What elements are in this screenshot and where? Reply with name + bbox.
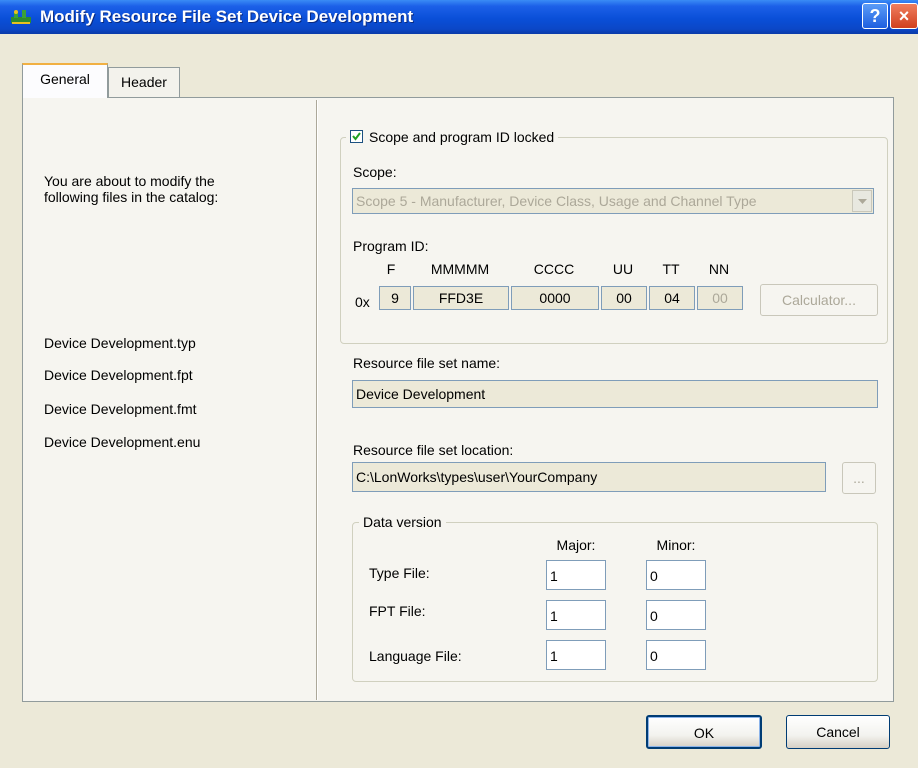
language-file-label: Language File:	[369, 648, 462, 664]
column-header-f: F	[386, 261, 396, 277]
column-header-cccc: CCCC	[533, 261, 575, 277]
program-id-label: Program ID:	[353, 238, 429, 254]
file-item: Device Development.enu	[44, 434, 201, 450]
dialog-window: Modify Resource File Set Device Developm…	[0, 0, 918, 768]
title-bar[interactable]: Modify Resource File Set Device Developm…	[0, 0, 918, 34]
browse-button[interactable]: ...	[842, 462, 876, 494]
language-file-major-input[interactable]: 1	[546, 640, 606, 670]
fpt-file-label: FPT File:	[369, 603, 426, 619]
help-button[interactable]: ?	[862, 3, 888, 29]
intro-text-line1: You are about to modify the	[44, 173, 215, 189]
type-file-minor-input[interactable]: 0	[646, 560, 706, 590]
fpt-file-minor-input[interactable]: 0	[646, 600, 706, 630]
calculator-button[interactable]: Calculator...	[760, 284, 878, 316]
scope-lock-label: Scope and program ID locked	[369, 129, 555, 145]
program-id-mmmmm-field[interactable]: FFD3E	[413, 286, 509, 310]
resource-location-field[interactable]: C:\LonWorks\types\user\YourCompany	[352, 462, 826, 492]
column-header-nn: NN	[708, 261, 730, 277]
program-id-tt-field[interactable]: 04	[649, 286, 695, 310]
tab-general[interactable]: General	[22, 63, 108, 98]
data-version-legend: Data version	[359, 514, 446, 530]
language-file-minor-input[interactable]: 0	[646, 640, 706, 670]
panel-divider	[316, 100, 318, 700]
type-file-label: Type File:	[369, 565, 430, 581]
app-icon	[11, 10, 31, 24]
scope-select-dropdown-button[interactable]	[852, 190, 872, 212]
resource-name-label: Resource file set name:	[353, 355, 501, 371]
program-id-uu-field[interactable]: 00	[601, 286, 647, 310]
major-column-label: Major:	[556, 537, 596, 553]
column-header-uu: UU	[612, 261, 634, 277]
column-header-mmmmm: MMMMM	[430, 261, 490, 277]
minor-column-label: Minor:	[656, 537, 696, 553]
cancel-button[interactable]: Cancel	[786, 715, 890, 749]
program-id-nn-field[interactable]: 00	[697, 286, 743, 310]
program-id-cccc-field[interactable]: 0000	[511, 286, 599, 310]
scope-label: Scope:	[353, 164, 397, 180]
scope-lock-toggle[interactable]: Scope and program ID locked	[346, 129, 559, 145]
hex-prefix: 0x	[355, 294, 370, 310]
scope-lock-checkbox[interactable]	[350, 130, 363, 143]
checkmark-icon	[352, 132, 361, 141]
resource-location-label: Resource file set location:	[353, 442, 514, 458]
tab-header[interactable]: Header	[108, 67, 180, 97]
chevron-down-icon	[858, 199, 867, 204]
fpt-file-major-input[interactable]: 1	[546, 600, 606, 630]
file-item: Device Development.typ	[44, 335, 196, 351]
file-item: Device Development.fmt	[44, 401, 197, 417]
program-id-f-field[interactable]: 9	[379, 286, 411, 310]
resource-name-field[interactable]: Device Development	[352, 380, 878, 408]
scope-select-value: Scope 5 - Manufacturer, Device Class, Us…	[356, 193, 757, 209]
scope-select[interactable]: Scope 5 - Manufacturer, Device Class, Us…	[352, 188, 874, 214]
intro-text-line2: following files in the catalog:	[44, 189, 219, 205]
ok-button[interactable]: OK	[646, 715, 762, 749]
window-title: Modify Resource File Set Device Developm…	[40, 7, 414, 26]
close-button[interactable]: ×	[890, 3, 918, 29]
column-header-tt: TT	[662, 261, 680, 277]
file-item: Device Development.fpt	[44, 367, 193, 383]
type-file-major-input[interactable]: 1	[546, 560, 606, 590]
